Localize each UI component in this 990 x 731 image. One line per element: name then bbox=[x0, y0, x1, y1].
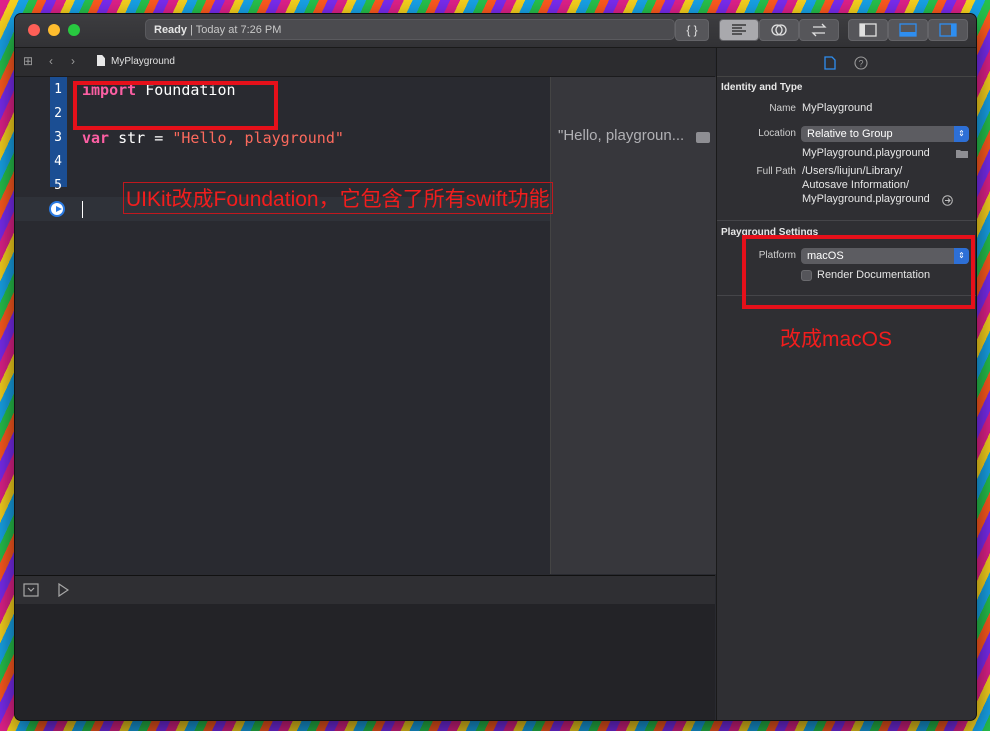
title-bar: Ready | Today at 7:26 PM { } bbox=[15, 14, 976, 48]
annotation-box-import bbox=[73, 81, 278, 130]
xcode-window: Ready | Today at 7:26 PM { } ⊞ ‹ › MyPla… bbox=[15, 14, 976, 720]
close-window-button[interactable] bbox=[28, 24, 40, 36]
location-popup[interactable]: Relative to Group ⇕ bbox=[801, 126, 969, 142]
status-timestamp: | Today at 7:26 PM bbox=[190, 24, 282, 36]
section-divider bbox=[717, 220, 976, 221]
string-literal: "Hello, playground" bbox=[172, 129, 344, 147]
zoom-window-button[interactable] bbox=[68, 24, 80, 36]
svg-text:?: ? bbox=[858, 59, 863, 69]
toggle-navigator-button[interactable] bbox=[848, 19, 888, 41]
minimize-window-button[interactable] bbox=[48, 24, 60, 36]
annotation-box-platform bbox=[742, 235, 975, 309]
name-value[interactable]: MyPlayground bbox=[802, 102, 872, 114]
run-playground-button[interactable] bbox=[49, 201, 65, 217]
back-chevron-icon[interactable]: ‹ bbox=[49, 54, 53, 68]
line-number: 2 bbox=[54, 106, 62, 121]
grid-icon[interactable]: ⊞ bbox=[23, 54, 33, 68]
text-caret bbox=[82, 201, 83, 218]
swap-arrows-icon bbox=[811, 23, 827, 37]
quick-look-icon[interactable] bbox=[696, 132, 710, 143]
standard-editor-button[interactable] bbox=[719, 19, 759, 41]
activity-status: Ready | Today at 7:26 PM bbox=[145, 19, 675, 40]
code-editor[interactable]: 1 2 3 4 5 import Foundation var str = "H… bbox=[15, 77, 716, 574]
help-icon[interactable]: ? bbox=[854, 56, 868, 70]
toggle-debug-area-button[interactable] bbox=[888, 19, 928, 41]
braces-icon: { } bbox=[686, 23, 698, 37]
line-number: 3 bbox=[54, 130, 62, 145]
status-ready: Ready bbox=[154, 24, 188, 36]
identity-heading: Identity and Type bbox=[721, 82, 803, 93]
reveal-arrow-icon[interactable] bbox=[942, 195, 953, 206]
results-sidebar: "Hello, playgroun... bbox=[550, 77, 716, 574]
inspector-tabs: ? bbox=[717, 48, 976, 77]
line-number: 1 bbox=[54, 82, 62, 97]
breadcrumb-file[interactable]: MyPlayground bbox=[111, 56, 175, 67]
annotation-code-note: UIKit改成Foundation，它包含了所有swift功能 bbox=[123, 182, 553, 214]
code-text: str = bbox=[109, 129, 173, 147]
debug-toolbar bbox=[15, 575, 715, 605]
location-label: Location bbox=[758, 128, 796, 139]
line-number: 4 bbox=[54, 154, 62, 169]
fullpath-line-3: MyPlayground.playground bbox=[802, 193, 930, 205]
result-value: "Hello, playgroun... bbox=[558, 127, 685, 144]
fullpath-line-1: /Users/liujun/Library/ bbox=[802, 165, 903, 177]
toggle-inspector-button[interactable] bbox=[928, 19, 968, 41]
inspector-panel: ? Identity and Type Name MyPlayground Lo… bbox=[716, 48, 976, 720]
fullpath-label: Full Path bbox=[756, 166, 796, 177]
console-area[interactable] bbox=[15, 604, 715, 720]
popup-arrows-icon: ⇕ bbox=[954, 126, 969, 142]
name-label: Name bbox=[769, 103, 796, 114]
code-line-3[interactable]: var str = "Hello, playground" bbox=[82, 129, 344, 147]
library-button[interactable]: { } bbox=[675, 19, 709, 41]
forward-chevron-icon[interactable]: › bbox=[71, 54, 75, 68]
bottom-panel-icon bbox=[899, 23, 917, 37]
file-inspector-icon[interactable] bbox=[824, 56, 836, 70]
hide-debug-icon[interactable] bbox=[23, 583, 39, 597]
fullpath-line-2: Autosave Information/ bbox=[802, 179, 910, 191]
location-value: Relative to Group bbox=[807, 128, 893, 140]
file-icon bbox=[97, 55, 105, 66]
keyword: var bbox=[82, 129, 110, 147]
left-panel-icon bbox=[859, 23, 877, 37]
align-left-icon bbox=[732, 24, 746, 35]
jump-bar: ⊞ ‹ › MyPlayground bbox=[15, 48, 715, 77]
right-panel-icon bbox=[939, 23, 957, 37]
play-icon[interactable] bbox=[57, 583, 69, 597]
folder-icon[interactable] bbox=[955, 148, 969, 159]
location-file: MyPlayground.playground bbox=[802, 147, 930, 159]
line-number: 5 bbox=[54, 178, 62, 193]
venn-icon bbox=[771, 24, 787, 36]
annotation-platform-note: 改成macOS bbox=[780, 328, 893, 351]
version-editor-button[interactable] bbox=[799, 19, 839, 41]
assistant-editor-button[interactable] bbox=[759, 19, 799, 41]
